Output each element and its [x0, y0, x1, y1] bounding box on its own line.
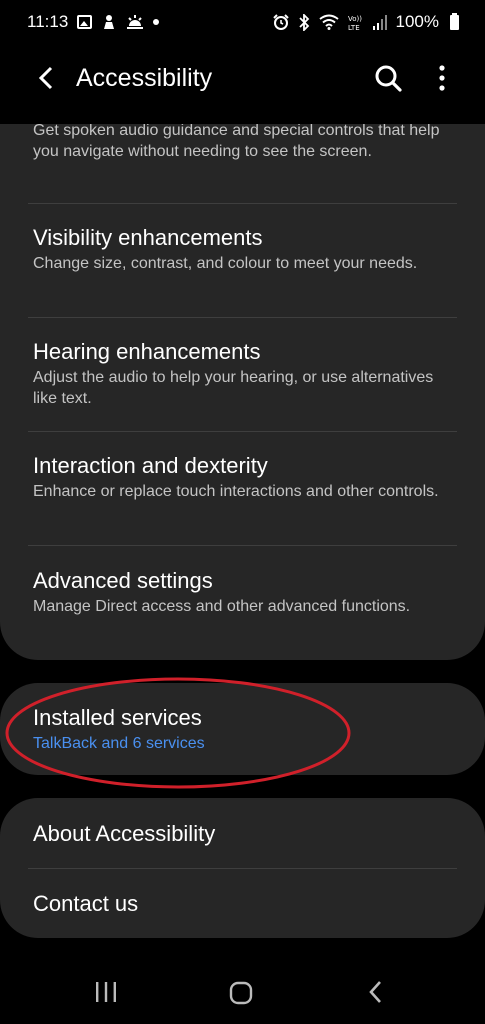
- list-item-subtitle: Change size, contrast, and colour to mee…: [33, 255, 418, 272]
- battery-percent: 100%: [395, 12, 439, 31]
- search-icon: [375, 65, 402, 92]
- list-item-title: Interaction and dexterity: [33, 453, 268, 478]
- recents-icon[interactable]: [91, 980, 121, 1004]
- svg-text:Vo)): Vo)): [348, 15, 362, 23]
- back-arrow-icon: [38, 66, 53, 90]
- list-item-about[interactable]: About Accessibility: [33, 820, 215, 848]
- screen: 11:13 Vo)) LTE 100% Accessibility Get sp…: [0, 0, 485, 1024]
- more-options-button[interactable]: [428, 62, 456, 96]
- back-button[interactable]: [30, 62, 62, 94]
- dot-icon: [153, 19, 160, 25]
- signal-icon: [372, 15, 387, 30]
- gallery-icon: [77, 15, 93, 29]
- search-button[interactable]: [372, 62, 406, 96]
- list-item-title: Installed services: [33, 705, 202, 730]
- list-item-installed-services[interactable]: Installed services TalkBack and 6 servic…: [33, 704, 457, 754]
- list-item-subtitle: Enhance or replace touch interactions an…: [33, 483, 439, 500]
- volte-icon: Vo))LTE: [348, 15, 362, 31]
- divider: [28, 868, 457, 869]
- svg-text:LTE: LTE: [348, 24, 360, 31]
- installed-services-card[interactable]: Installed services TalkBack and 6 servic…: [0, 683, 485, 775]
- divider: [28, 545, 457, 546]
- bluetooth-icon: [298, 13, 309, 31]
- list-item-partial[interactable]: Get spoken audio guidance and special co…: [33, 124, 457, 162]
- more-vert-icon: [439, 65, 445, 91]
- wifi-icon: [318, 14, 339, 30]
- settings-card: Get spoken audio guidance and special co…: [0, 124, 485, 660]
- status-left: 11:13: [27, 12, 160, 32]
- status-bar: 11:13 Vo)) LTE 100%: [0, 0, 485, 44]
- app-bar: Accessibility: [0, 50, 485, 106]
- alarm-icon: [272, 14, 289, 30]
- installed-services-summary: TalkBack and 6 services: [33, 735, 205, 752]
- status-right: Vo)) LTE 100%: [272, 12, 459, 32]
- about-card: About Accessibility Contact us: [0, 798, 485, 938]
- divider: [28, 203, 457, 204]
- list-item-contact[interactable]: Contact us: [33, 890, 138, 918]
- list-item-hearing[interactable]: Hearing enhancements Adjust the audio to…: [33, 338, 457, 409]
- weather-icon: [127, 15, 144, 29]
- nav-back-icon[interactable]: [364, 978, 388, 1006]
- list-item-interaction[interactable]: Interaction and dexterity Enhance or rep…: [33, 452, 457, 502]
- list-item-advanced[interactable]: Advanced settings Manage Direct access a…: [33, 567, 457, 617]
- status-time: 11:13: [27, 12, 69, 31]
- divider: [28, 431, 457, 432]
- battery-icon: [450, 12, 459, 30]
- navigation-bar: [0, 960, 485, 1024]
- list-item-subtitle: Adjust the audio to help your hearing, o…: [33, 369, 434, 407]
- list-item-title: Advanced settings: [33, 568, 213, 593]
- list-item-title: Hearing enhancements: [33, 339, 261, 364]
- home-icon[interactable]: [228, 980, 254, 1006]
- page-title: Accessibility: [76, 64, 213, 92]
- list-item-subtitle: Manage Direct access and other advanced …: [33, 598, 411, 615]
- list-item-visibility[interactable]: Visibility enhancements Change size, con…: [33, 224, 457, 274]
- partial-item-subtitle: Get spoken audio guidance and special co…: [33, 124, 440, 160]
- list-item-title: Visibility enhancements: [33, 225, 263, 250]
- divider: [28, 317, 457, 318]
- person-icon: [104, 15, 115, 29]
